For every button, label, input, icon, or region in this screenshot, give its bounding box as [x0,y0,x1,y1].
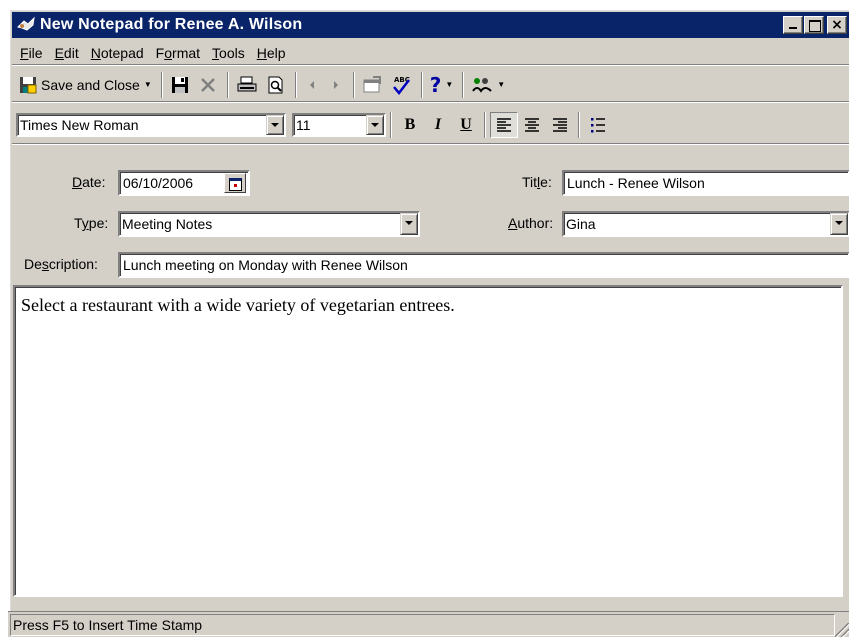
toolbar-separator [420,71,423,98]
spell-check-button[interactable]: ABC [387,72,415,98]
actions-icon [471,75,493,95]
previous-record-button[interactable] [301,72,323,98]
save-close-icon [19,76,37,94]
print-preview-icon [266,75,286,95]
title-value: Lunch - Renee Wilson [567,175,705,191]
font-family-select[interactable]: Times New Roman [16,112,286,137]
font-size-select[interactable]: 11 [292,112,386,137]
formatting-toolbar: Times New Roman 11 B I U [12,106,849,144]
actions-button[interactable]: ▼ [468,72,508,98]
arrow-right-icon [328,77,344,93]
toolbar-separator [226,71,229,98]
menu-format[interactable]: Format [150,45,206,61]
chevron-down-icon[interactable]: ▼ [144,80,152,89]
resize-grip-icon[interactable] [835,623,849,637]
italic-button[interactable]: I [424,112,452,138]
standard-toolbar: Save and Close ▼ ABC ? ▼ ▼ [12,68,849,102]
save-and-close-label: Save and Close [41,76,140,93]
align-left-icon [497,117,511,132]
type-value: Meeting Notes [122,216,213,232]
description-field[interactable]: Lunch meeting on Monday with Renee Wilso… [118,252,849,278]
font-size-value: 11 [296,116,311,133]
toolbar-separator [578,111,580,138]
question-mark-icon: ? [429,72,442,97]
date-value: 06/10/2006 [123,175,194,191]
bullets-button[interactable] [584,112,612,138]
menu-file[interactable]: File [14,45,49,61]
chevron-down-icon[interactable]: ▼ [497,80,505,89]
align-center-icon [525,117,539,132]
chevron-down-icon[interactable] [366,114,384,135]
status-bar: Press F5 to Insert Time Stamp [8,611,849,637]
arrow-left-icon [304,77,320,93]
chevron-down-icon[interactable]: ▼ [445,80,453,89]
window-title: New Notepad for Renee A. Wilson [40,16,303,33]
date-label: Date: [72,174,106,190]
align-right-button[interactable] [546,112,574,138]
toolbar-separator [462,71,465,98]
notes-text-area[interactable]: Select a restaurant with a wide variety … [13,285,843,597]
title-label: Title: [522,174,552,190]
toolbar-separator [390,111,392,138]
toolbar-separator [484,111,486,138]
title-field[interactable]: Lunch - Renee Wilson [562,170,849,196]
toolbar-separator [352,71,355,98]
author-select[interactable]: Gina [562,211,849,237]
menu-bar: File Edit Notepad Format Tools Help [12,41,849,65]
menu-help[interactable]: Help [251,45,292,61]
description-label: Description: [24,256,98,272]
menu-notepad[interactable]: Notepad [85,45,150,61]
maximize-button[interactable] [804,16,824,34]
toolbar-separator [160,71,163,98]
align-right-icon [553,117,567,132]
type-label: Type: [74,215,109,231]
toolbar-separator [294,71,297,98]
save-button[interactable] [167,72,193,98]
bullet-list-icon [591,117,605,132]
print-button[interactable] [233,72,261,98]
type-select[interactable]: Meeting Notes [118,211,420,237]
underline-button[interactable]: U [452,112,480,138]
spell-check-icon: ABC [390,74,412,96]
properties-icon [362,75,382,95]
title-bar[interactable]: New Notepad for Renee A. Wilson × [12,12,849,38]
help-button[interactable]: ? ▼ [427,72,457,98]
chevron-down-icon[interactable] [400,213,418,235]
status-text: Press F5 to Insert Time Stamp [10,614,835,636]
chevron-down-icon[interactable] [266,114,284,135]
bold-button[interactable]: B [396,112,424,138]
floppy-disk-icon [170,75,190,95]
menu-edit[interactable]: Edit [49,45,85,61]
description-value: Lunch meeting on Monday with Renee Wilso… [123,257,408,273]
minimize-button[interactable] [783,16,803,34]
chevron-down-icon[interactable] [830,213,848,235]
save-and-close-button[interactable]: Save and Close ▼ [16,72,155,98]
font-family-value: Times New Roman [20,116,139,133]
notes-text: Select a restaurant with a wide variety … [21,295,455,315]
next-record-button[interactable] [325,72,347,98]
close-button[interactable]: × [827,16,847,34]
author-label: Author: [508,215,554,231]
print-preview-button[interactable] [263,72,289,98]
calendar-icon[interactable] [224,173,246,193]
align-center-button[interactable] [518,112,546,138]
delete-button[interactable] [195,72,221,98]
notepad-app-icon [16,15,36,35]
date-field[interactable]: 06/10/2006 [118,170,250,196]
menu-tools[interactable]: Tools [206,45,251,61]
author-value: Gina [566,216,596,232]
printer-icon [236,75,258,95]
properties-button[interactable] [359,72,385,98]
align-left-button[interactable] [490,111,518,138]
delete-x-icon [198,75,218,95]
